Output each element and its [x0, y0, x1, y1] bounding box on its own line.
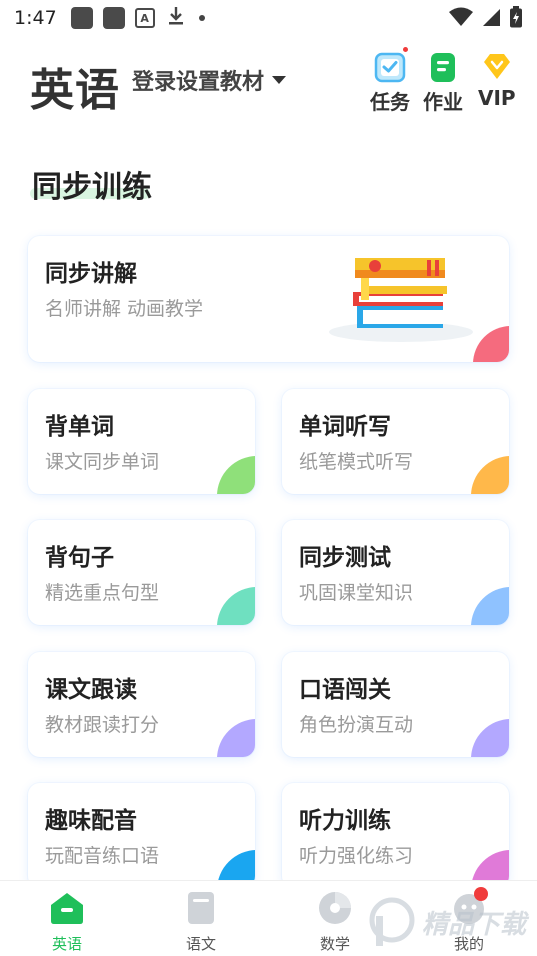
card-subtitle: 名师讲解 动画教学: [45, 298, 204, 320]
task-label: 任务: [370, 90, 410, 114]
card-title: 口语闯关: [299, 677, 391, 703]
card-speaking-challenge[interactable]: 口语闯关 角色扮演互动: [282, 652, 509, 757]
task-badge: [402, 46, 409, 53]
card-subtitle: 玩配音练口语: [45, 845, 160, 867]
dot-icon: [198, 15, 205, 21]
card-text-reading[interactable]: 课文跟读 教材跟读打分: [28, 652, 255, 757]
card-corner-accent: [217, 587, 255, 625]
card-title: 单词听写: [299, 414, 391, 440]
notification-square-icon: [102, 7, 125, 29]
status-right: [449, 6, 523, 33]
card-corner-accent: [471, 719, 509, 757]
battery-icon: [509, 6, 523, 33]
card-subtitle: 角色扮演互动: [299, 714, 414, 736]
nav-tab-math[interactable]: 数学: [295, 889, 375, 954]
homework-icon: [426, 50, 460, 84]
task-icon: [373, 46, 409, 84]
homework-label: 作业: [423, 90, 463, 114]
status-bar: 1:47 A: [0, 0, 537, 36]
card-corner-accent: [471, 456, 509, 494]
card-subtitle: 教材跟读打分: [45, 714, 160, 736]
card-sync-test[interactable]: 同步测试 巩固课堂知识: [282, 520, 509, 625]
textbook-selector[interactable]: 登录设置教材: [132, 64, 287, 96]
task-button[interactable]: 任务: [370, 46, 410, 115]
book-icon: [182, 889, 220, 927]
header: 英语 登录设置教材 任务 作业 VIP: [0, 46, 537, 120]
card-listening[interactable]: 听力训练 听力强化练习: [282, 783, 509, 888]
subject-title: 英语: [30, 65, 120, 116]
watermark-logo-icon: [369, 897, 415, 946]
card-vocabulary[interactable]: 背单词 课文同步单词: [28, 389, 255, 494]
card-sentences[interactable]: 背句子 精选重点句型: [28, 520, 255, 625]
pie-icon: [316, 889, 354, 927]
card-title: 同步测试: [299, 545, 391, 571]
card-subtitle: 纸笔模式听写: [299, 451, 414, 473]
nav-label: 英语: [51, 935, 82, 953]
card-title: 背句子: [45, 545, 114, 571]
card-corner-accent: [471, 587, 509, 625]
status-time: 1:47: [14, 7, 57, 29]
watermark-text: 精品下载: [422, 909, 527, 940]
wifi-icon: [449, 7, 473, 32]
signal-icon: [481, 7, 501, 32]
caret-down-icon: [272, 76, 287, 84]
card-subtitle: 课文同步单词: [45, 451, 160, 473]
card-subtitle: 巩固课堂知识: [299, 582, 414, 604]
watermark: 精品下载: [368, 892, 536, 952]
books-illustration-icon: [323, 250, 473, 350]
nav-tab-english[interactable]: 英语: [27, 889, 107, 954]
homework-button[interactable]: 作业: [423, 50, 463, 115]
card-subtitle: 听力强化练习: [299, 845, 414, 867]
card-sync-lecture[interactable]: 同步讲解 名师讲解 动画教学: [28, 236, 509, 362]
card-title: 听力训练: [299, 808, 391, 834]
nav-label: 语文: [185, 935, 216, 953]
download-icon: [167, 6, 185, 31]
vip-label: VIP: [478, 86, 516, 110]
nav-tab-chinese[interactable]: 语文: [161, 889, 241, 954]
diamond-icon: [480, 50, 514, 84]
card-title: 同步讲解: [45, 261, 137, 287]
card-corner-accent: [217, 456, 255, 494]
card-dictation[interactable]: 单词听写 纸笔模式听写: [282, 389, 509, 494]
card-subtitle: 精选重点句型: [45, 582, 160, 604]
a-icon: A: [134, 8, 155, 28]
nav-label: 数学: [319, 935, 350, 953]
textbook-selector-label: 登录设置教材: [132, 70, 265, 95]
card-title: 课文跟读: [45, 677, 137, 703]
vip-button[interactable]: VIP: [478, 50, 516, 110]
card-corner-accent: [217, 719, 255, 757]
card-title: 背单词: [45, 414, 114, 440]
card-title: 趣味配音: [45, 808, 137, 834]
section-title: 同步训练: [32, 170, 152, 205]
card-dubbing[interactable]: 趣味配音 玩配音练口语: [28, 783, 255, 888]
card-corner-accent: [473, 326, 509, 362]
home-icon: [48, 889, 86, 927]
notification-square-icon: [70, 7, 93, 29]
